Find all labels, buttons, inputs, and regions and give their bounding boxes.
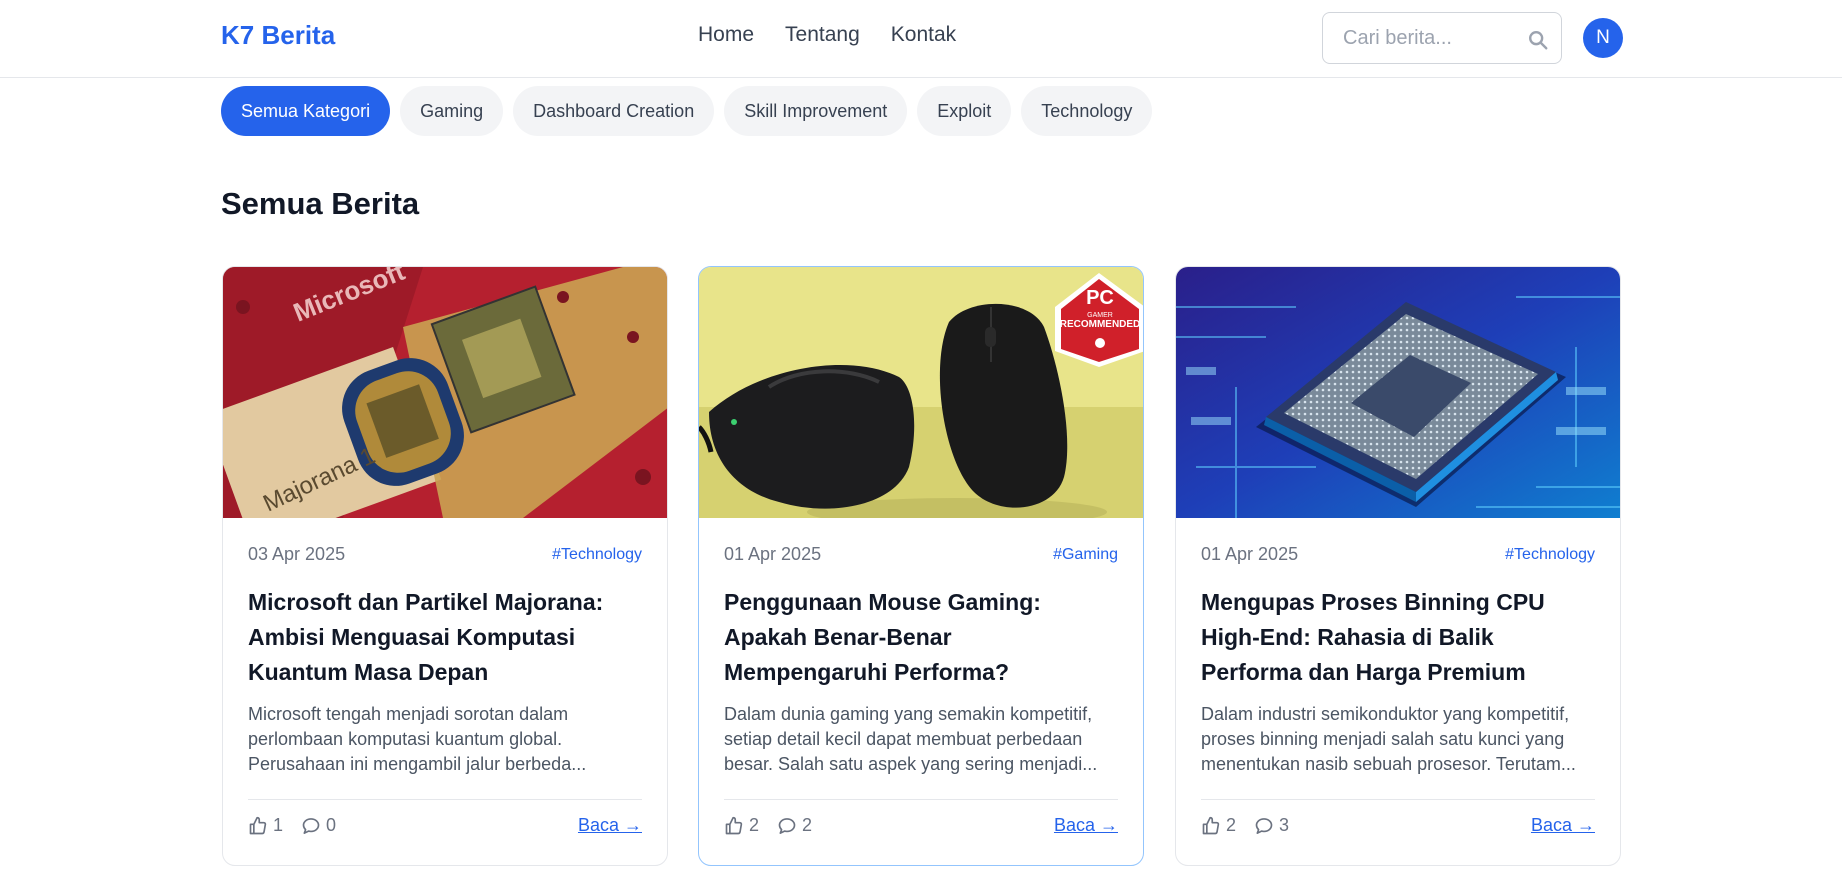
user-avatar[interactable]: N bbox=[1583, 18, 1623, 58]
card-divider bbox=[724, 799, 1118, 800]
news-card[interactable]: PC GAMER RECOMMENDED 01 Apr 2025 #Gaming… bbox=[698, 266, 1144, 866]
gaming-mouse-image[interactable]: PC GAMER RECOMMENDED bbox=[699, 267, 1143, 518]
card-excerpt: Dalam dunia gaming yang semakin kompetit… bbox=[724, 704, 1098, 774]
main-nav: Home Tentang Kontak bbox=[698, 23, 956, 47]
comment-icon bbox=[778, 817, 796, 834]
comment-icon bbox=[1255, 817, 1273, 834]
like-count[interactable]: 1 bbox=[248, 815, 283, 836]
quantum-chip-image[interactable]: Microsoft Majorana 1 bbox=[223, 267, 667, 518]
comment-count[interactable]: 2 bbox=[777, 815, 812, 836]
nav-home-link[interactable]: Home bbox=[698, 23, 754, 47]
card-title[interactable]: Mengupas Proses Binning CPU High-End: Ra… bbox=[1201, 585, 1595, 690]
card-divider bbox=[1201, 799, 1595, 800]
category-chip-gaming[interactable]: Gaming bbox=[400, 86, 504, 136]
card-date: 01 Apr 2025 bbox=[1201, 544, 1299, 564]
like-count[interactable]: 2 bbox=[724, 815, 759, 836]
category-chip-dashboard-creation[interactable]: Dashboard Creation bbox=[513, 86, 715, 136]
card-excerpt: Microsoft tengah menjadi sorotan dalam p… bbox=[248, 704, 587, 774]
like-count-value: 2 bbox=[749, 815, 760, 835]
card-meta: 01 Apr 2025 #Gaming bbox=[724, 544, 1118, 565]
image-text-gamer: GAMER bbox=[1087, 312, 1113, 319]
search-box bbox=[1322, 12, 1562, 64]
card-footer: 2 3 Baca → bbox=[1201, 815, 1595, 836]
card-title[interactable]: Penggunaan Mouse Gaming: Apakah Benar-Be… bbox=[724, 585, 1118, 690]
like-count[interactable]: 2 bbox=[1201, 815, 1236, 836]
card-date: 03 Apr 2025 bbox=[248, 544, 346, 564]
search-icon[interactable] bbox=[1527, 29, 1549, 51]
card-meta: 01 Apr 2025 #Technology bbox=[1201, 544, 1595, 565]
cpu-chip-image[interactable] bbox=[1176, 267, 1620, 518]
card-excerpt: Dalam industri semikonduktor yang kompet… bbox=[1201, 704, 1576, 774]
top-navbar: K7 Berita Home Tentang Kontak N bbox=[0, 0, 1842, 78]
card-tag[interactable]: #Technology bbox=[552, 546, 642, 564]
card-tag[interactable]: #Technology bbox=[1505, 546, 1595, 564]
like-count-value: 2 bbox=[1226, 815, 1237, 835]
comment-count[interactable]: 0 bbox=[301, 815, 336, 836]
card-date: 01 Apr 2025 bbox=[724, 544, 822, 564]
nav-tentang-link[interactable]: Tentang bbox=[785, 23, 860, 47]
card-divider bbox=[248, 799, 642, 800]
category-chip-exploit[interactable]: Exploit bbox=[917, 86, 1012, 136]
read-more-link[interactable]: Baca → bbox=[1054, 815, 1118, 836]
site-logo[interactable]: K7 Berita bbox=[221, 20, 335, 51]
read-more-link[interactable]: Baca → bbox=[578, 815, 642, 836]
news-card[interactable]: 01 Apr 2025 #Technology Mengupas Proses … bbox=[1175, 266, 1621, 866]
category-chip-semua-kategori[interactable]: Semua Kategori bbox=[221, 86, 391, 136]
category-chip-skill-improvement[interactable]: Skill Improvement bbox=[724, 86, 908, 136]
card-footer: 1 0 Baca → bbox=[248, 815, 642, 836]
nav-kontak-link[interactable]: Kontak bbox=[891, 23, 956, 47]
category-filter: Semua Kategori Gaming Dashboard Creation… bbox=[221, 86, 1153, 136]
category-chip-technology[interactable]: Technology bbox=[1021, 86, 1153, 136]
comment-count[interactable]: 3 bbox=[1254, 815, 1289, 836]
image-text-pc: PC bbox=[1086, 287, 1114, 309]
search-input[interactable] bbox=[1343, 25, 1513, 51]
news-card[interactable]: Microsoft Majorana 1 03 Apr 2025 #Techno… bbox=[222, 266, 668, 866]
card-title[interactable]: Microsoft dan Partikel Majorana: Ambisi … bbox=[248, 585, 642, 690]
card-meta: 03 Apr 2025 #Technology bbox=[248, 544, 642, 565]
comment-count-value: 0 bbox=[326, 815, 337, 835]
comment-icon bbox=[302, 817, 320, 834]
card-footer: 2 2 Baca → bbox=[724, 815, 1118, 836]
like-count-value: 1 bbox=[273, 815, 284, 835]
thumbs-up-icon bbox=[725, 816, 743, 834]
section-title: Semua Berita bbox=[221, 186, 420, 221]
thumbs-up-icon bbox=[249, 816, 267, 834]
comment-count-value: 3 bbox=[1279, 815, 1290, 835]
thumbs-up-icon bbox=[1202, 816, 1220, 834]
card-tag[interactable]: #Gaming bbox=[1053, 546, 1118, 564]
comment-count-value: 2 bbox=[802, 815, 813, 835]
image-text-recommended: RECOMMENDED bbox=[1060, 319, 1141, 330]
read-more-link[interactable]: Baca → bbox=[1531, 815, 1595, 836]
